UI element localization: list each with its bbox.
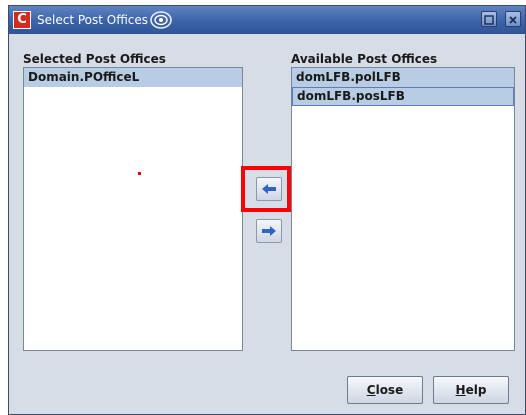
list-item[interactable]: domLFB.polLFB <box>292 68 514 87</box>
select-post-offices-dialog: C Select Post Offices Selected Post Offi… <box>8 5 526 415</box>
arrow-right-icon <box>262 226 276 236</box>
maximize-button[interactable] <box>481 11 497 27</box>
help-button[interactable]: Help <box>433 376 509 404</box>
app-icon: C <box>13 11 31 29</box>
close-mnemonic: C <box>366 383 376 397</box>
close-icon <box>509 16 517 24</box>
close-button[interactable]: Close <box>347 376 423 404</box>
available-post-offices-heading: Available Post Offices <box>291 52 438 66</box>
selected-post-offices-heading: Selected Post Offices <box>23 52 166 66</box>
list-item[interactable]: domLFB.posLFB <box>292 87 514 106</box>
help-label: elp <box>465 383 487 397</box>
list-item[interactable]: Domain.POfficeL <box>24 68 242 87</box>
title-bar[interactable]: C Select Post Offices <box>9 6 525 34</box>
close-label: lose <box>375 383 404 397</box>
busy-swirl-icon <box>150 11 172 29</box>
remove-from-selected-button[interactable] <box>256 219 282 243</box>
maximize-icon <box>484 15 494 25</box>
dialog-content: Selected Post Offices Domain.POfficeL Av… <box>9 34 525 414</box>
red-dot-marker <box>138 172 141 175</box>
window-title: Select Post Offices <box>37 13 149 27</box>
help-mnemonic: H <box>455 383 466 397</box>
highlight-box <box>241 166 291 212</box>
selected-post-offices-list[interactable]: Domain.POfficeL <box>23 67 243 351</box>
available-post-offices-list[interactable]: domLFB.polLFB domLFB.posLFB <box>291 67 515 351</box>
close-window-button[interactable] <box>505 11 521 27</box>
